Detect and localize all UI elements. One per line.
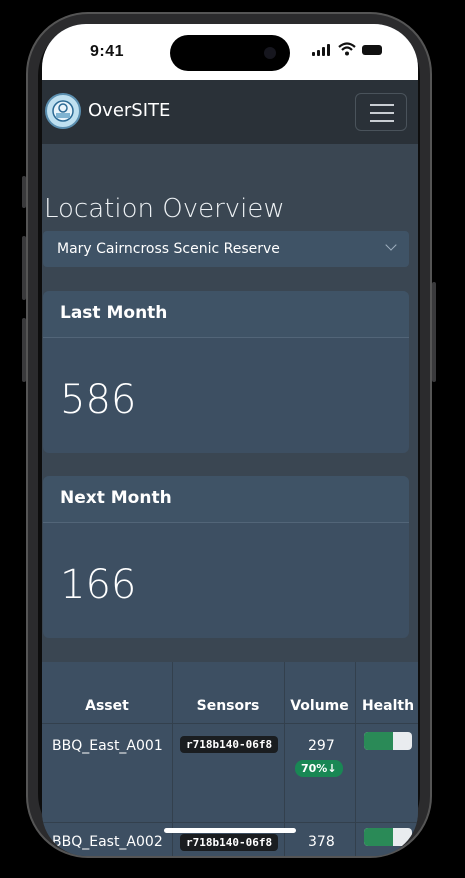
dynamic-island — [170, 35, 290, 71]
health-bar — [364, 732, 412, 750]
asset-table: Asset Sensors Volume Health BBQ_East_A00… — [42, 662, 418, 856]
screen: 9:41 OverSITE Location Overview Mary Cai… — [42, 24, 418, 856]
volume-up-button — [22, 236, 26, 300]
power-button — [432, 282, 436, 382]
column-header-volume[interactable]: Volume — [284, 698, 355, 714]
signal-icon — [312, 44, 330, 56]
card-title: Next Month — [60, 488, 172, 508]
oversite-logo[interactable] — [45, 93, 81, 129]
asset-name[interactable]: BBQ_East_A001 — [52, 738, 163, 754]
health-bar — [364, 828, 412, 846]
hamburger-icon — [370, 104, 394, 106]
column-header-asset[interactable]: Asset — [42, 698, 172, 714]
status-bar: 9:41 — [42, 24, 418, 80]
card-value: 166 — [60, 562, 137, 608]
location-select[interactable]: Mary Cairncross Scenic Reserve — [43, 231, 409, 267]
next-month-card: Next Month 166 — [43, 476, 409, 638]
menu-toggle-button[interactable] — [355, 93, 407, 131]
sensor-id: r718b140-06f8 — [180, 834, 279, 851]
column-header-sensors[interactable]: Sensors — [172, 698, 284, 714]
volume-value: 378 — [308, 834, 335, 850]
chevron-down-icon — [385, 239, 397, 251]
home-indicator — [164, 828, 296, 833]
volume-down-button — [22, 318, 26, 382]
last-month-card: Last Month 586 — [43, 291, 409, 453]
wifi-icon — [338, 42, 356, 56]
brand-name[interactable]: OverSITE — [88, 100, 170, 121]
battery-icon — [362, 45, 382, 55]
sensor-id: r718b140-06f8 — [180, 736, 279, 753]
card-title: Last Month — [60, 303, 168, 323]
card-value: 586 — [60, 377, 137, 423]
location-select-value: Mary Cairncross Scenic Reserve — [57, 241, 280, 257]
status-time: 9:41 — [90, 43, 125, 60]
asset-name[interactable]: BBQ_East_A002 — [52, 834, 163, 850]
column-header-health[interactable]: Health — [355, 698, 418, 714]
action-button — [22, 176, 26, 208]
navbar: OverSITE — [42, 80, 418, 144]
volume-change-badge: 70%↓ — [295, 760, 343, 777]
page-title: Location Overview — [44, 194, 285, 224]
volume-value: 297 — [308, 738, 335, 754]
